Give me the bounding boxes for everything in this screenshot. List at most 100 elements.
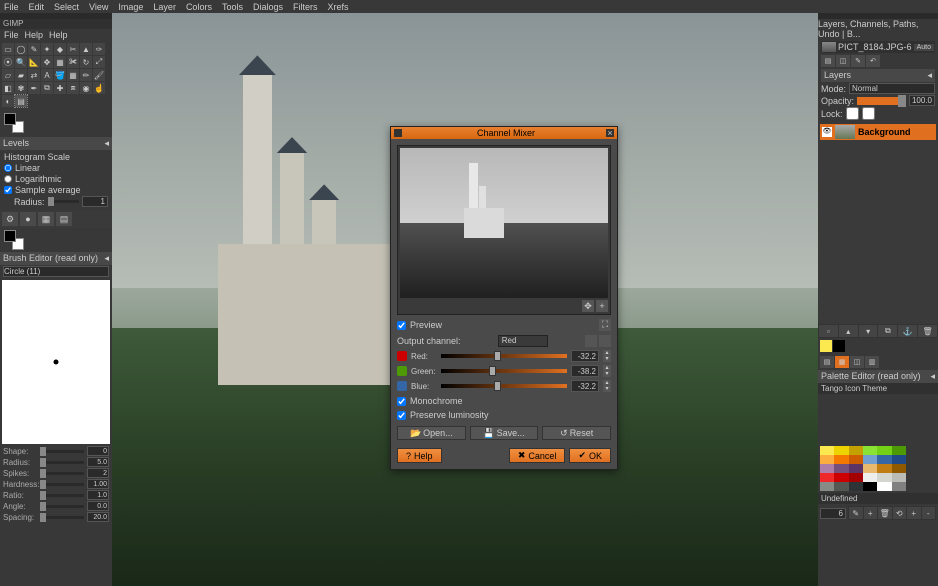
- menu-view[interactable]: View: [89, 2, 108, 12]
- toolbox-menu-xrefs[interactable]: Help: [25, 30, 44, 40]
- palette-cell[interactable]: [892, 473, 906, 482]
- tool-ink[interactable]: ✒: [28, 82, 40, 94]
- brush-name-input[interactable]: [3, 266, 109, 277]
- brush-slider-track[interactable]: [40, 483, 84, 486]
- mode-select[interactable]: Normal: [849, 83, 935, 94]
- preview-expand-button[interactable]: ⛶: [599, 319, 611, 331]
- tool-dodge[interactable]: ◐: [2, 95, 14, 107]
- palette-cell[interactable]: [834, 473, 848, 482]
- palette-btn-4[interactable]: ⟲: [893, 507, 907, 519]
- save-button[interactable]: 💾Save...: [470, 426, 539, 440]
- tool-move[interactable]: ✥: [41, 56, 53, 68]
- brush-slider-track[interactable]: [40, 505, 84, 508]
- palette-menu-icon[interactable]: ◂: [930, 371, 935, 382]
- brush-slider-track[interactable]: [40, 450, 84, 453]
- tool-fuzzy-select[interactable]: ✦: [41, 43, 53, 55]
- palette-cell[interactable]: [877, 473, 891, 482]
- radius-slider[interactable]: [48, 200, 79, 203]
- brush-slider-track[interactable]: [40, 461, 84, 464]
- menu-colors[interactable]: Colors: [186, 2, 212, 12]
- delete-layer-button[interactable]: 🗑: [918, 325, 937, 337]
- dialog-titlebar[interactable]: Channel Mixer ×: [391, 127, 617, 139]
- mini-swatch[interactable]: [4, 230, 24, 250]
- mini-fg[interactable]: [4, 230, 16, 242]
- palette-cell[interactable]: [863, 455, 877, 464]
- monochrome-checkbox[interactable]: [397, 397, 406, 406]
- toolbox-menu-file[interactable]: File: [4, 30, 19, 40]
- tool-scissors[interactable]: ✂: [67, 43, 79, 55]
- palette-cell[interactable]: [877, 455, 891, 464]
- cancel-button[interactable]: ✖Cancel: [509, 448, 566, 463]
- menu-file[interactable]: File: [4, 2, 19, 12]
- preview-nav-button[interactable]: ✥: [582, 300, 594, 312]
- palette-cell[interactable]: [877, 446, 891, 455]
- lower-layer-button[interactable]: ▾: [859, 325, 878, 337]
- brush-slider-value[interactable]: [87, 457, 109, 467]
- toolbox-menu-help[interactable]: Help: [49, 30, 68, 40]
- palette-tab-3[interactable]: ◫: [850, 356, 864, 368]
- tool-crop[interactable]: ✀: [67, 56, 79, 68]
- channel-value[interactable]: [571, 365, 599, 377]
- brush-slider-value[interactable]: [87, 512, 109, 522]
- brush-slider-track[interactable]: [40, 494, 84, 497]
- palette-cell[interactable]: [849, 455, 863, 464]
- check-sample-average[interactable]: [4, 186, 12, 194]
- tool-ellipse-select[interactable]: ◯: [15, 43, 27, 55]
- brush-slider-value[interactable]: [87, 490, 109, 500]
- opacity-input[interactable]: [909, 95, 935, 106]
- tool-pencil[interactable]: ✏: [80, 69, 92, 81]
- preview-checkbox[interactable]: [397, 321, 406, 330]
- tool-heal[interactable]: ✚: [54, 82, 66, 94]
- channel-slider[interactable]: [441, 369, 567, 373]
- preserve-luminosity-checkbox[interactable]: [397, 411, 406, 420]
- palette-cell[interactable]: [863, 473, 877, 482]
- palette-cell[interactable]: [849, 482, 863, 491]
- tab-channels[interactable]: ◫: [836, 55, 850, 67]
- tool-bucket[interactable]: 🪣: [54, 69, 66, 81]
- palette-cell[interactable]: [820, 455, 834, 464]
- image-selector[interactable]: PICT_8184.JPG-6 Auto: [821, 41, 935, 53]
- tab-brushes[interactable]: ●: [20, 212, 36, 226]
- channel-slider[interactable]: [441, 354, 567, 358]
- tool-flip[interactable]: ⇄: [28, 69, 40, 81]
- palette-cell[interactable]: [849, 446, 863, 455]
- tool-airbrush[interactable]: ✾: [15, 82, 27, 94]
- reset-button[interactable]: ↺Reset: [542, 426, 611, 440]
- tool-text[interactable]: A: [41, 69, 53, 81]
- duplicate-layer-button[interactable]: ⧉: [878, 325, 897, 337]
- palette-btn-6[interactable]: -: [922, 507, 936, 519]
- palette-cell[interactable]: [863, 446, 877, 455]
- tool-align[interactable]: ▦: [54, 56, 66, 68]
- tab-paths[interactable]: ✎: [851, 55, 865, 67]
- menu-image[interactable]: Image: [118, 2, 143, 12]
- open-button[interactable]: 📂Open...: [397, 426, 466, 440]
- spin-down[interactable]: ▾: [603, 386, 611, 392]
- palette-cell[interactable]: [892, 455, 906, 464]
- tab-gradients[interactable]: ▤: [56, 212, 72, 226]
- brush-slider-value[interactable]: [87, 501, 109, 511]
- palette-cell[interactable]: [834, 455, 848, 464]
- menu-xrefs[interactable]: Xrefs: [327, 2, 348, 12]
- tool-color-select[interactable]: ◆: [54, 43, 66, 55]
- layers-menu-icon[interactable]: ◂: [927, 70, 932, 81]
- tab-layers[interactable]: ▤: [821, 55, 835, 67]
- palette-cell[interactable]: [877, 464, 891, 473]
- menu-edit[interactable]: Edit: [29, 2, 45, 12]
- tool-eraser[interactable]: ◧: [2, 82, 14, 94]
- palette-btn-1[interactable]: ✎: [849, 507, 863, 519]
- palette-cell[interactable]: [834, 446, 848, 455]
- tool-rotate[interactable]: ↻: [80, 56, 92, 68]
- tool-smudge[interactable]: ☝: [93, 82, 105, 94]
- tool-paths[interactable]: ✑: [93, 43, 105, 55]
- tool-free-select[interactable]: ✎: [28, 43, 40, 55]
- auto-button[interactable]: Auto: [914, 44, 934, 51]
- brush-slider-track[interactable]: [40, 472, 84, 475]
- palette-cell[interactable]: [892, 464, 906, 473]
- palette-cell[interactable]: [820, 464, 834, 473]
- raise-layer-button[interactable]: ▴: [839, 325, 858, 337]
- tool-clone[interactable]: ⧉: [41, 82, 53, 94]
- palette-btn-3[interactable]: 🗑: [878, 507, 892, 519]
- palette-cell[interactable]: [820, 482, 834, 491]
- palette-cell[interactable]: [863, 464, 877, 473]
- tab-patterns[interactable]: ▦: [38, 212, 54, 226]
